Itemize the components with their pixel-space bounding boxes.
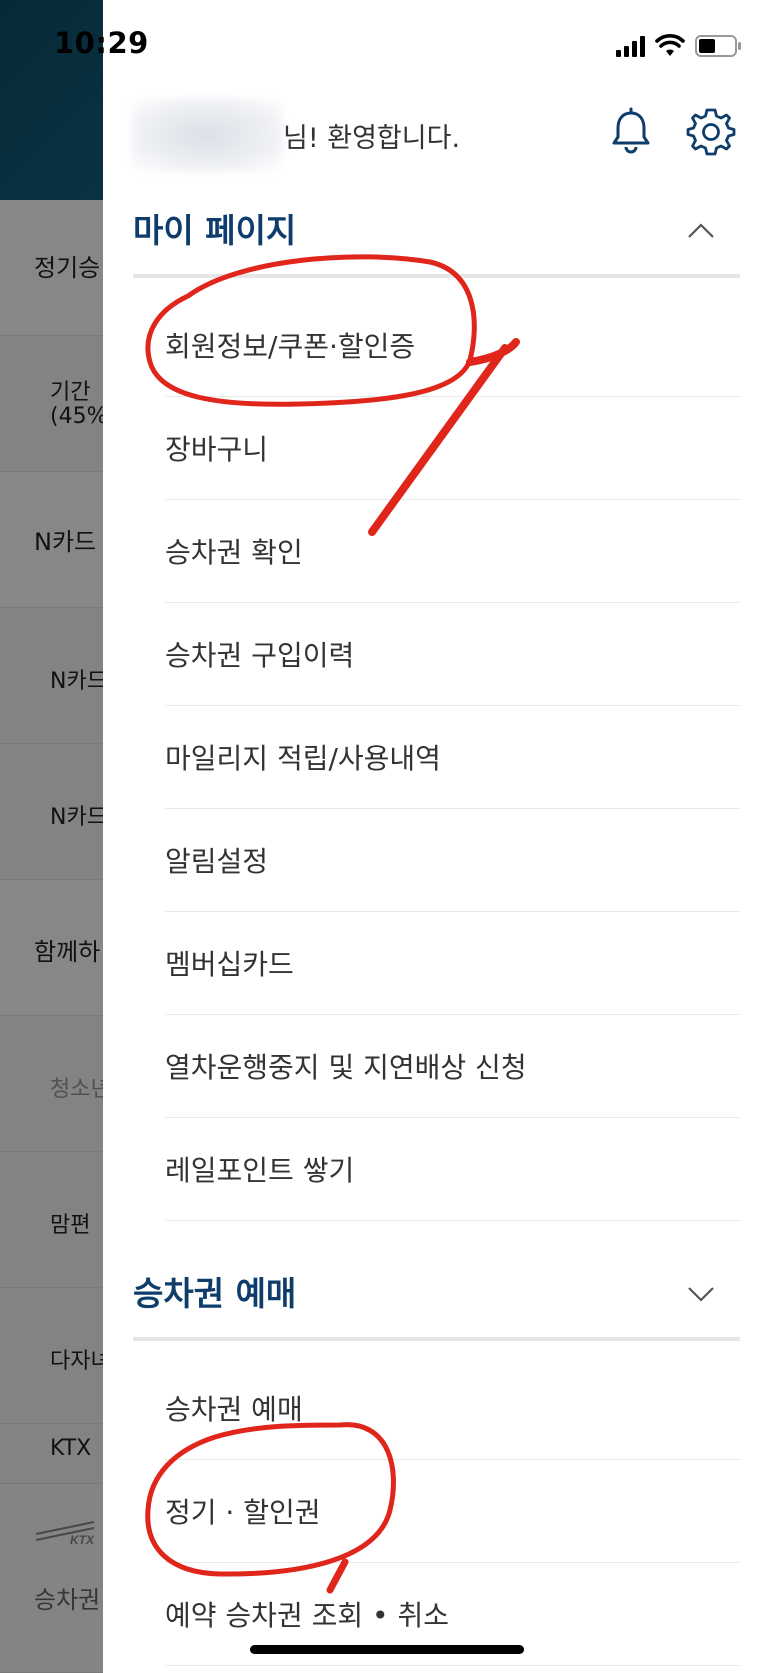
menu-item-member-info[interactable]: 회원정보/쿠폰·할인증 [165, 294, 740, 397]
menu-item-mileage[interactable]: 마일리지 적립/사용내역 [165, 706, 740, 809]
welcome-text: 님! 환영합니다. [283, 123, 461, 154]
bell-icon[interactable] [605, 106, 657, 158]
status-icons [616, 34, 743, 58]
chevron-up-icon[interactable] [684, 214, 718, 248]
ticket-booking-menu: 승차권 예매 정기 · 할인권 예약 승차권 조회 • 취소 [165, 1357, 740, 1666]
side-drawer: 님! 환영합니다. 마이 페이지 회원정보/쿠폰·할인증 장바구니 승차권 확인… [103, 0, 773, 1673]
menu-item-season-discount-pass[interactable]: 정기 · 할인권 [165, 1460, 740, 1563]
section-my-page-header[interactable]: 마이 페이지 [133, 182, 740, 278]
battery-icon [695, 35, 741, 57]
my-page-menu: 회원정보/쿠폰·할인증 장바구니 승차권 확인 승차권 구입이력 마일리지 적립… [165, 294, 740, 1221]
welcome-row: 님! 환영합니다. [103, 92, 773, 182]
menu-item-ticket-booking[interactable]: 승차권 예매 [165, 1357, 740, 1460]
section-title: 마이 페이지 [133, 211, 297, 250]
menu-item-cart[interactable]: 장바구니 [165, 397, 740, 500]
wifi-icon [655, 34, 685, 56]
blurred-username [131, 98, 283, 172]
signal-icon [616, 35, 645, 57]
home-indicator[interactable] [250, 1645, 524, 1654]
menu-item-notification-settings[interactable]: 알림설정 [165, 809, 740, 912]
chevron-down-icon[interactable] [684, 1277, 718, 1311]
gear-icon[interactable] [685, 106, 737, 158]
section-title: 승차권 예매 [133, 1274, 297, 1313]
menu-item-delay-compensation[interactable]: 열차운행중지 및 지연배상 신청 [165, 1015, 740, 1118]
status-time: 10:29 [54, 26, 149, 60]
status-bar: 10:29 [0, 0, 773, 92]
menu-item-rail-point[interactable]: 레일포인트 쌓기 [165, 1118, 740, 1221]
menu-item-ticket-check[interactable]: 승차권 확인 [165, 500, 740, 603]
menu-item-membership-card[interactable]: 멤버십카드 [165, 912, 740, 1015]
section-ticket-booking-header[interactable]: 승차권 예매 [133, 1245, 740, 1341]
menu-item-purchase-history[interactable]: 승차권 구입이력 [165, 603, 740, 706]
